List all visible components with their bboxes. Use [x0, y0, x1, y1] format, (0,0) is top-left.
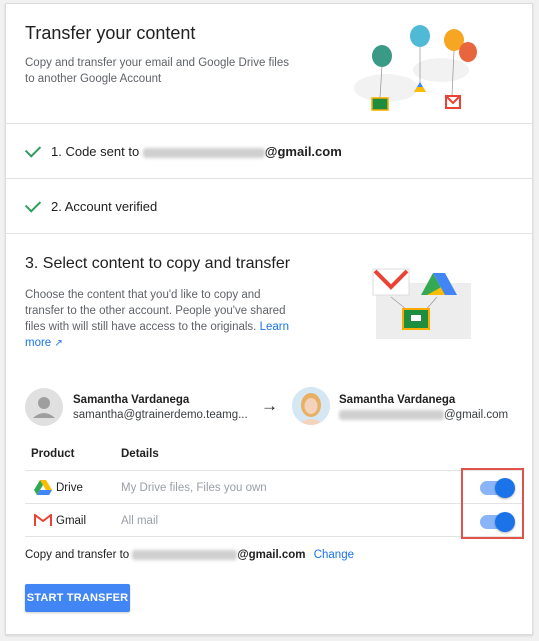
step1-prefix: 1. Code sent to: [51, 144, 140, 159]
person-icon: [33, 397, 55, 418]
redacted-email: [132, 549, 238, 560]
drive-icon: [34, 480, 52, 495]
balloons-illustration: [354, 25, 477, 111]
select-description: Choose the content that you'd like to co…: [25, 287, 300, 352]
step1-email-domain: @gmail.com: [264, 144, 342, 159]
external-link-icon: ↗: [54, 338, 63, 349]
toggle-highlight-box: [461, 468, 524, 539]
step1-text: 1. Code sent to @gmail.com: [51, 144, 342, 159]
col-header-details: Details: [121, 448, 159, 460]
table-bottom-border: [25, 536, 522, 537]
step2-text: 2. Account verified: [51, 199, 158, 214]
step1-section: 1. Code sent to @gmail.com: [6, 124, 532, 179]
check-icon: [24, 196, 42, 213]
select-description-text: Choose the content that you'd like to co…: [25, 289, 286, 333]
table-row: Gmail All mail: [25, 503, 522, 536]
transfer-card: Transfer your content Copy and transfer …: [5, 3, 533, 635]
select-title: 3. Select content to copy and transfer: [25, 255, 291, 272]
header-section: Transfer your content Copy and transfer …: [6, 4, 532, 124]
copy-prefix: Copy and transfer to: [25, 549, 130, 561]
table-row: Drive My Drive files, Files you own: [25, 470, 522, 503]
to-name: Samantha Vardanega: [339, 394, 456, 406]
from-email: samantha@gtrainerdemo.teamg...: [73, 409, 248, 421]
col-header-product: Product: [31, 448, 75, 460]
from-avatar: [25, 388, 63, 426]
profile-photo: [292, 387, 330, 425]
gmail-icon: [34, 514, 52, 527]
product-drive: Drive: [56, 482, 83, 494]
start-transfer-button[interactable]: START TRANSFER: [25, 584, 130, 612]
product-gmail: Gmail: [56, 515, 87, 527]
page-title: Transfer your content: [25, 23, 196, 43]
redacted-email: [142, 147, 265, 158]
change-link[interactable]: Change: [314, 549, 354, 561]
from-name: Samantha Vardanega: [73, 394, 190, 406]
arrow-right-icon: →: [261, 396, 278, 415]
details-gmail: All mail: [121, 515, 159, 527]
step2-section: 2. Account verified: [6, 179, 532, 234]
to-email-domain: @gmail.com: [444, 409, 509, 421]
page-description: Copy and transfer your email and Google …: [25, 57, 289, 85]
redacted-email: [339, 409, 444, 420]
to-avatar: [292, 387, 330, 425]
copy-destination: Copy and transfer to @gmail.com Change: [25, 549, 354, 561]
copy-email-domain: @gmail.com: [237, 549, 306, 561]
products-illustration: [372, 268, 471, 339]
to-email: @gmail.com: [339, 409, 508, 421]
details-drive: My Drive files, Files you own: [121, 482, 267, 494]
check-icon: [24, 141, 42, 158]
